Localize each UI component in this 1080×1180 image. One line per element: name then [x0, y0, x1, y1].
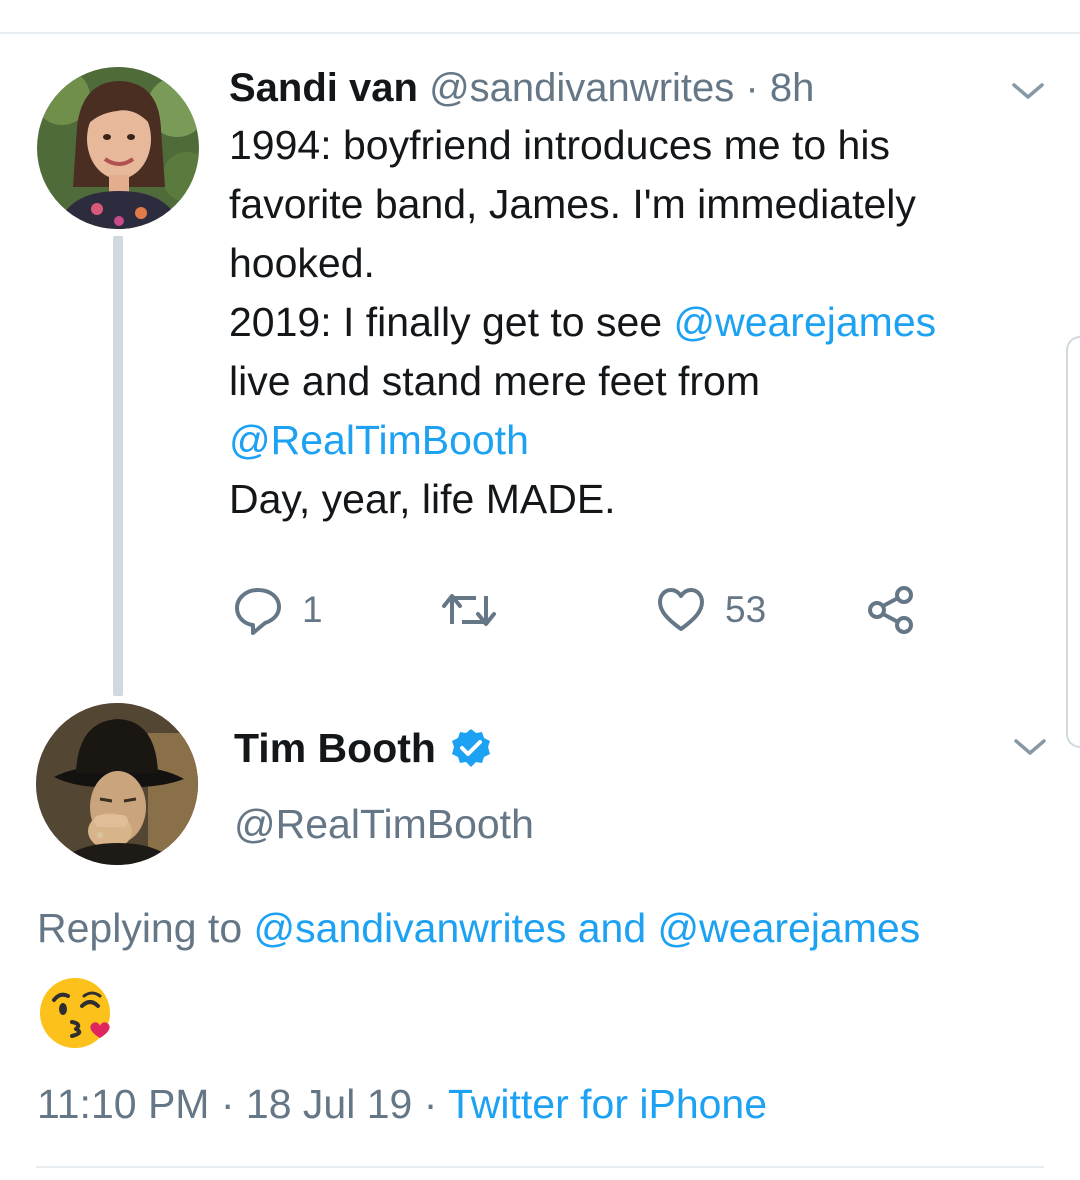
tweet2-author[interactable]: Tim Booth [234, 722, 492, 774]
tweet1-body: 1994: boyfriend introduces me to his fav… [229, 116, 1049, 529]
tweet2-meta: 11:10 PM · 18 Jul 19 · Twitter for iPhon… [37, 1078, 767, 1130]
tweet1-actions: 1 53 [0, 580, 1080, 640]
tweet2-source-link[interactable]: Twitter for iPhone [448, 1081, 767, 1127]
tweet1-line: @RealTimBooth [229, 411, 1049, 470]
tweet1-line: live and stand mere feet from [229, 358, 760, 404]
share-icon [868, 586, 913, 634]
mention-link-realtimbooth[interactable]: @RealTimBooth [229, 417, 529, 463]
tweet2-handle[interactable]: @RealTimBooth [234, 798, 534, 850]
tweet1-author-name[interactable]: Sandi van [229, 66, 418, 110]
scroll-edge [1066, 336, 1080, 748]
meta-separator: · [412, 1081, 448, 1127]
tweet2-date[interactable]: 18 Jul 19 [246, 1081, 412, 1127]
tweet1-line: Day, year, life MADE. [229, 476, 616, 522]
tweet2-author-name[interactable]: Tim Booth [234, 722, 436, 774]
reply-button[interactable]: 1 [232, 580, 323, 640]
chevron-down-icon[interactable] [1010, 79, 1046, 103]
retweet-icon [442, 594, 496, 626]
tweet1-time[interactable]: 8h [770, 66, 815, 110]
replying-and[interactable]: and [566, 905, 657, 951]
share-button[interactable] [866, 580, 916, 640]
tweet1-line: 2019: I finally get to see @wearejames [229, 293, 1049, 352]
top-divider [0, 32, 1080, 34]
chevron-down-icon[interactable] [1012, 735, 1048, 759]
tweet1-handle[interactable]: @sandivanwrites [429, 66, 734, 110]
mention-link-wearejames[interactable]: @wearejames [673, 299, 936, 345]
tweet1-line: 1994: boyfriend introduces me to his [229, 122, 890, 168]
replying-prefix: Replying to [37, 905, 254, 951]
verified-badge-icon [451, 729, 490, 767]
avatar-tim[interactable] [36, 703, 198, 865]
tweet1-separator: · [745, 66, 759, 110]
retweet-button[interactable] [440, 580, 516, 640]
bottom-divider [36, 1166, 1044, 1168]
tweet2-time[interactable]: 11:10 PM [37, 1081, 209, 1127]
reply-count: 1 [302, 589, 323, 630]
heart-icon [658, 588, 704, 631]
mention-link-wearejames[interactable]: @wearejames [658, 905, 921, 951]
avatar-sandi[interactable] [37, 67, 199, 229]
tweet1-header: Sandi van @sandivanwrites · 8h [229, 62, 814, 114]
tweet1-line: hooked. [229, 240, 375, 286]
reply-icon [235, 588, 281, 635]
like-button[interactable]: 53 [655, 580, 766, 640]
kissing-face-emoji-icon [40, 978, 110, 1048]
mention-link-sandivanwrites[interactable]: @sandivanwrites [254, 905, 567, 951]
tweet1-line: favorite band, James. I'm immediately [229, 181, 916, 227]
tweet1-text: 2019: I finally get to see [229, 299, 674, 345]
meta-separator: · [209, 1081, 246, 1127]
replying-to: Replying to @sandivanwrites and @weareja… [37, 902, 920, 954]
like-count: 53 [725, 589, 767, 630]
